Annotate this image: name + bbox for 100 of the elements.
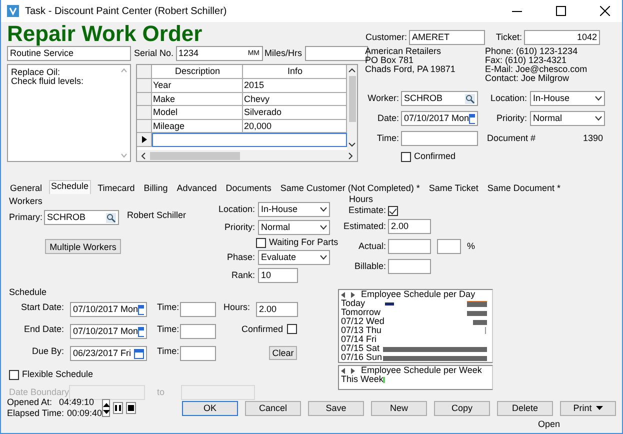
hours-field[interactable]: 2.00 bbox=[256, 302, 298, 317]
action-button[interactable]: Cancel bbox=[245, 400, 301, 416]
table-cell: Model bbox=[152, 106, 243, 120]
day-label: 07/12 Wed bbox=[341, 317, 383, 326]
worker-field[interactable]: SCHROB bbox=[401, 91, 478, 106]
customer-label: Customer: bbox=[365, 32, 407, 43]
scroll-down-icon[interactable] bbox=[348, 142, 356, 148]
priority-dropdown[interactable]: Normal bbox=[530, 111, 605, 126]
date-field[interactable]: 07/10/2017 Mon bbox=[401, 111, 478, 126]
notes-field[interactable]: Replace Oil: Check fluid levels: bbox=[7, 64, 131, 162]
estimated-hours-field[interactable]: 2.00 bbox=[388, 219, 431, 234]
action-button[interactable]: OK bbox=[182, 400, 238, 416]
search-icon[interactable] bbox=[465, 94, 475, 104]
tab[interactable]: Same Document * bbox=[485, 182, 562, 194]
scroll-up-icon[interactable] bbox=[348, 67, 356, 73]
time-field[interactable] bbox=[180, 302, 216, 317]
app-icon bbox=[7, 5, 19, 17]
flexible-schedule-checkbox[interactable]: Flexible Schedule bbox=[9, 369, 94, 380]
tab[interactable]: Billing bbox=[142, 182, 170, 194]
actual-hours-field[interactable] bbox=[388, 239, 431, 254]
action-button[interactable]: Save bbox=[308, 400, 364, 416]
close-icon[interactable] bbox=[600, 6, 610, 16]
maximize-icon[interactable] bbox=[556, 6, 566, 16]
date-boundary-label: Date Boundary bbox=[9, 387, 69, 398]
date-field[interactable]: 07/10/2017 Mon bbox=[70, 302, 147, 317]
calendar-icon[interactable] bbox=[134, 348, 144, 358]
contact-line: Contact: Joe Milgrow bbox=[485, 74, 570, 83]
up-arrow-icon[interactable] bbox=[102, 402, 110, 406]
hours-label: Hours: bbox=[222, 302, 250, 313]
action-button[interactable]: Print bbox=[560, 400, 616, 416]
stop-button[interactable] bbox=[126, 402, 136, 414]
ticket-field[interactable]: 1042 bbox=[524, 30, 600, 45]
action-button[interactable]: Delete bbox=[497, 400, 553, 416]
calendar-icon[interactable] bbox=[469, 114, 475, 124]
time-field[interactable] bbox=[180, 324, 216, 339]
workers-heading: Workers bbox=[9, 196, 42, 207]
summary-field[interactable]: Routine Service bbox=[7, 46, 131, 61]
time-field[interactable] bbox=[180, 346, 216, 361]
priority-label: Priority: bbox=[223, 222, 255, 233]
tab[interactable]: Timecard bbox=[96, 182, 137, 194]
table-cell: Mileage bbox=[152, 120, 243, 133]
day-label: 07/14 Fri bbox=[341, 335, 378, 344]
rank-field[interactable]: 10 bbox=[258, 268, 298, 283]
opened-time: 04:49:10 bbox=[59, 397, 94, 408]
scroll-arrows-icon[interactable] bbox=[341, 292, 355, 298]
boundary-start-field[interactable] bbox=[69, 385, 145, 400]
action-button[interactable]: Copy bbox=[434, 400, 490, 416]
confirmed-checkbox[interactable]: Confirmed bbox=[401, 151, 456, 162]
tab[interactable]: Same Customer (Not Completed) * bbox=[278, 182, 422, 194]
pause-button[interactable] bbox=[113, 402, 123, 414]
scroll-arrows-icon[interactable] bbox=[341, 368, 355, 374]
estimate-checkbox[interactable] bbox=[388, 206, 398, 216]
window-title: Task - Discount Paint Center (Robert Schiller) bbox=[25, 6, 227, 16]
vertical-scrollbar[interactable] bbox=[347, 65, 357, 150]
time-label: Time: bbox=[376, 133, 399, 144]
row-header[interactable] bbox=[137, 133, 152, 146]
location-dropdown[interactable]: In-House bbox=[258, 202, 330, 217]
billable-hours-field[interactable] bbox=[388, 259, 431, 274]
location-dropdown[interactable]: In-House bbox=[530, 91, 605, 106]
customer-field[interactable]: AMERET bbox=[409, 30, 485, 45]
chevron-icon bbox=[320, 207, 327, 212]
day-label: 07/13 Thu bbox=[341, 326, 382, 335]
rank-label: Rank: bbox=[230, 270, 255, 281]
clear-button[interactable]: Clear bbox=[269, 346, 297, 360]
primary-worker-field[interactable]: SCHROB bbox=[44, 210, 119, 225]
contact-line: Phone: (610) 123-1234 bbox=[485, 47, 579, 56]
priority-dropdown[interactable]: Normal bbox=[258, 220, 330, 235]
estimated-label: Estimated: bbox=[343, 221, 386, 232]
phase-label: Phase: bbox=[226, 252, 255, 263]
time-label: Time: bbox=[157, 302, 180, 313]
scroll-left-icon[interactable] bbox=[140, 152, 146, 160]
spin-control[interactable] bbox=[102, 399, 110, 417]
percent-field[interactable] bbox=[437, 239, 461, 254]
day-label: 07/15 Sat bbox=[341, 344, 381, 353]
confirmed-checkbox[interactable] bbox=[287, 324, 297, 334]
column-header: Info bbox=[243, 65, 347, 79]
tab[interactable]: Schedule bbox=[49, 180, 91, 194]
multiple-workers-button[interactable]: Multiple Workers bbox=[45, 239, 121, 254]
tab[interactable]: Same Ticket bbox=[426, 182, 480, 194]
document-label: Document # bbox=[487, 133, 536, 144]
time-label: Time: bbox=[157, 346, 180, 357]
location-label: Location: bbox=[217, 204, 255, 215]
tab[interactable]: Documents bbox=[224, 182, 274, 194]
waiting-for-parts-checkbox[interactable]: Waiting For Parts bbox=[256, 237, 338, 248]
phase-dropdown[interactable]: Evaluate bbox=[258, 250, 330, 265]
scroll-right-icon[interactable] bbox=[348, 152, 354, 160]
tab[interactable]: Advanced bbox=[174, 182, 219, 194]
time-field[interactable] bbox=[401, 131, 478, 146]
date-field[interactable]: 06/23/2017 Fri bbox=[70, 346, 147, 361]
boundary-end-field[interactable] bbox=[181, 385, 255, 400]
new-row[interactable] bbox=[152, 133, 347, 146]
down-arrow-icon[interactable] bbox=[102, 410, 110, 414]
calendar-icon[interactable] bbox=[138, 326, 144, 336]
scroll-arrows-icon bbox=[121, 68, 127, 158]
date-field[interactable]: 07/10/2017 Mon bbox=[70, 324, 147, 339]
horizontal-scrollbar[interactable] bbox=[137, 150, 357, 161]
search-icon[interactable] bbox=[106, 212, 116, 222]
action-button[interactable]: New bbox=[371, 400, 427, 416]
tab[interactable]: General bbox=[8, 182, 44, 194]
calendar-icon[interactable] bbox=[138, 304, 144, 314]
